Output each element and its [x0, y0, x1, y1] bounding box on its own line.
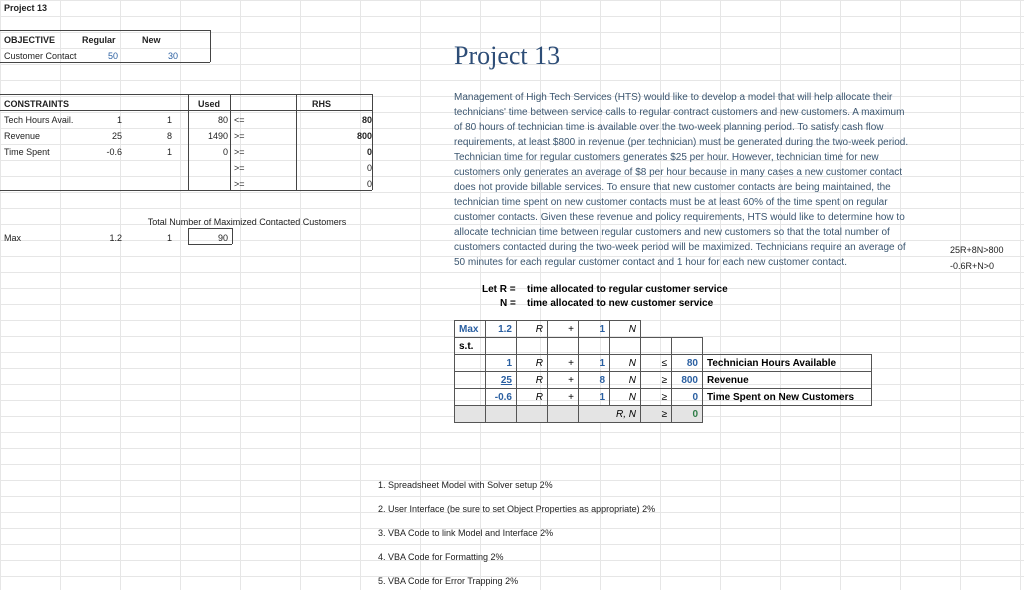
lp-rhs: 0 [672, 406, 703, 423]
lp-var: R [517, 321, 548, 338]
lp-coef: 8 [579, 372, 610, 389]
problem-text: Management of High Tech Services (HTS) w… [452, 90, 916, 270]
box-line [210, 30, 211, 62]
lp-coef: 1 [579, 321, 610, 338]
lp-plus: + [548, 389, 579, 406]
deliverable-item: 4. VBA Code for Formatting 2% [378, 552, 504, 562]
max-label: Max [2, 230, 23, 246]
lp-coef: 25 [486, 372, 517, 389]
lp-coef: 1 [579, 389, 610, 406]
lp-op: ≥ [641, 389, 672, 406]
lp-desc: Time Spent on New Customers [703, 389, 872, 406]
rhs-val[interactable]: 0 [340, 160, 374, 176]
deliverable-item: 1. Spreadsheet Model with Solver setup 2… [378, 480, 553, 490]
lp-row: -0.6 R + 1 N ≥ 0 Time Spent on New Custo… [455, 389, 872, 406]
lp-coef: 1 [579, 355, 610, 372]
box-line [188, 228, 232, 229]
lp-op: ≥ [641, 372, 672, 389]
page-title: Project 13 [452, 48, 562, 64]
total-label: Total Number of Maximized Contacted Cust… [120, 214, 374, 230]
col-regular: Regular [80, 32, 118, 48]
box-line [188, 228, 189, 244]
lp-row: 1 R + 1 N ≤ 80 Technician Hours Availabl… [455, 355, 872, 372]
lp-max: Max [455, 321, 486, 338]
max-c2[interactable]: 1 [150, 230, 174, 246]
used-val: 0 [196, 144, 230, 160]
op: <= [232, 112, 247, 128]
box-line [0, 30, 210, 31]
let-n-text: time allocated to new customer service [525, 296, 715, 312]
rhs-val[interactable]: 800 [340, 128, 374, 144]
row-label: Revenue [2, 128, 42, 144]
lp-var: R [517, 372, 548, 389]
lp-var: N [610, 389, 641, 406]
lp-desc: Revenue [703, 372, 872, 389]
sheet-title: Project 13 [2, 0, 49, 16]
coef[interactable]: 1 [100, 112, 124, 128]
lp-row: 25 R + 8 N ≥ 800 Revenue [455, 372, 872, 389]
coef[interactable]: 1 [150, 144, 174, 160]
lp-plus: + [548, 372, 579, 389]
objective-label: OBJECTIVE [2, 32, 57, 48]
lp-nonneg: R, N ≥ 0 [455, 406, 872, 423]
op: >= [232, 160, 247, 176]
op: >= [232, 128, 247, 144]
deliverable-item: 5. VBA Code for Error Trapping 2% [378, 576, 518, 586]
spreadsheet: Project 13 OBJECTIVE Regular New Custome… [0, 0, 1024, 590]
lp-plus: + [548, 321, 579, 338]
box-line [0, 62, 210, 63]
box-line [372, 94, 373, 190]
lp-var: R [517, 355, 548, 372]
box-line [232, 228, 233, 244]
used-val: 1490 [196, 128, 230, 144]
lp-desc: Technician Hours Available [703, 355, 872, 372]
lp-coef: -0.6 [486, 389, 517, 406]
rhs-val[interactable]: 0 [340, 144, 374, 160]
box-line [188, 244, 232, 245]
side-note: -0.6R+N>0 [948, 258, 996, 274]
op: >= [232, 144, 247, 160]
lp-coef: 1 [486, 355, 517, 372]
side-note: 25R+8N>800 [948, 242, 1006, 258]
lp-table: Max 1.2 R + 1 N s.t. 1 R + 1 N ≤ 80 Tech… [454, 320, 872, 423]
box-line [188, 94, 189, 190]
box-line [0, 94, 372, 95]
lp-var: N [610, 355, 641, 372]
box-line [296, 94, 297, 190]
lp-rhs: 800 [672, 372, 703, 389]
box-line [0, 190, 372, 191]
used-val: 80 [196, 112, 230, 128]
box-line [0, 110, 372, 111]
lp-plus: + [548, 355, 579, 372]
row-label: Time Spent [2, 144, 52, 160]
lp-st: s.t. [455, 338, 486, 355]
coef[interactable]: 1 [150, 112, 174, 128]
lp-op: ≥ [641, 406, 672, 423]
col-new: New [140, 32, 163, 48]
lp-coef: 1.2 [486, 321, 517, 338]
lp-var: N [610, 321, 641, 338]
deliverable-item: 2. User Interface (be sure to set Object… [378, 504, 655, 514]
lp-var: N [610, 372, 641, 389]
lp-vars: R, N [579, 406, 641, 423]
lp-rhs: 80 [672, 355, 703, 372]
coef[interactable]: -0.6 [100, 144, 124, 160]
lp-var: R [517, 389, 548, 406]
let-n-eq: N = [498, 296, 518, 312]
deliverable-item: 3. VBA Code to link Model and Interface … [378, 528, 553, 538]
rhs-val[interactable]: 80 [340, 112, 374, 128]
max-c1[interactable]: 1.2 [100, 230, 124, 246]
coef[interactable]: 25 [100, 128, 124, 144]
box-line [230, 94, 231, 190]
row-label: Tech Hours Avail. [2, 112, 75, 128]
lp-op: ≤ [641, 355, 672, 372]
coef[interactable]: 8 [150, 128, 174, 144]
lp-rhs: 0 [672, 389, 703, 406]
